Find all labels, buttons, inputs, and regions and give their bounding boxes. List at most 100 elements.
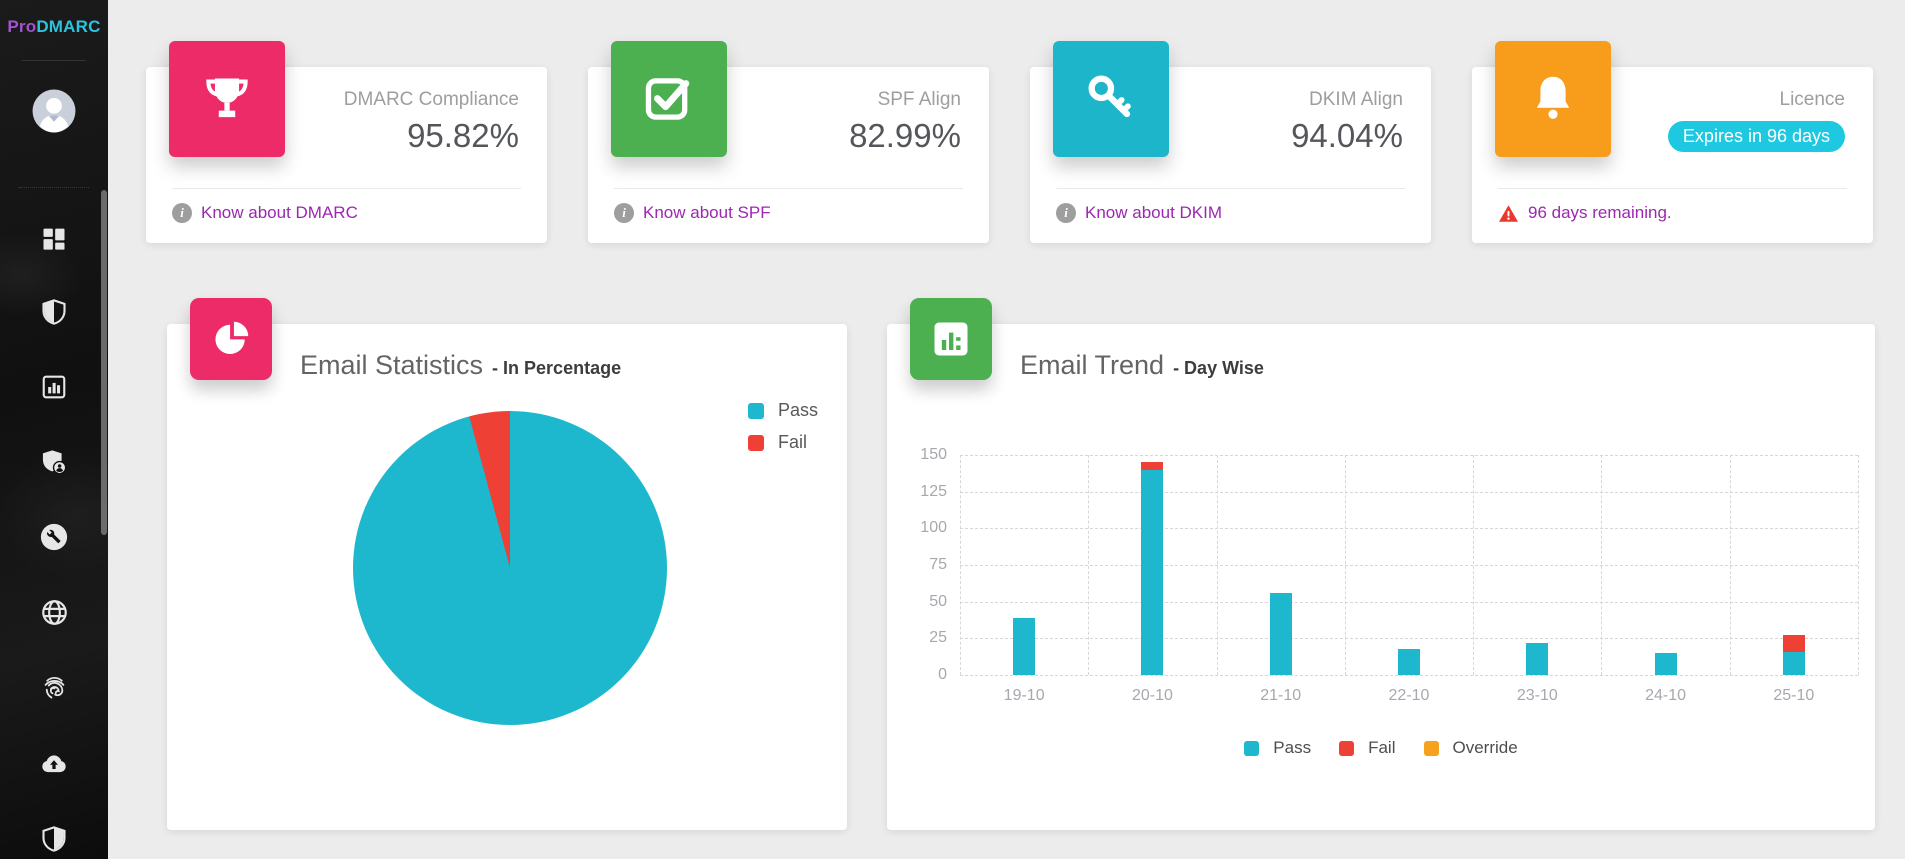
stat-card-licence: Licence Expires in 96 days 96 days remai… (1472, 67, 1873, 243)
user-avatar-icon (31, 88, 77, 134)
gridline (960, 638, 1858, 639)
stat-icon-box (611, 41, 727, 157)
bell-icon (1524, 70, 1582, 128)
x-axis-tick: 20-10 (1088, 687, 1216, 705)
legend-label: Pass (1273, 738, 1311, 758)
y-axis-tick: 100 (920, 519, 947, 537)
avatar[interactable] (31, 88, 77, 134)
x-axis-tick: 22-10 (1345, 687, 1473, 705)
chart-icon-box (190, 298, 272, 380)
legend-label: Fail (778, 432, 807, 453)
x-axis-tick: 24-10 (1602, 687, 1730, 705)
y-axis-tick: 50 (929, 593, 947, 611)
brand-logo[interactable]: ProDMARC (0, 17, 108, 37)
brand-pro: Pro (7, 17, 36, 36)
sidebar-item-user-security[interactable] (0, 445, 108, 479)
bar-pass-20-10 (1141, 470, 1163, 675)
pie-chart-icon (209, 317, 253, 361)
sidebar-item-dashboard[interactable] (0, 221, 108, 255)
stat-footer-label: Know about DKIM (1085, 203, 1222, 223)
y-axis-tick: 0 (938, 666, 947, 684)
sidebar: ProDMARC (0, 0, 108, 859)
sidebar-item-reports[interactable] (0, 370, 108, 404)
legend-item-override[interactable]: Override (1424, 738, 1518, 758)
licence-expiry-badge: Expires in 96 days (1668, 121, 1845, 152)
chart-subtitle: - Day Wise (1173, 358, 1264, 379)
tools-wrench-icon (39, 522, 69, 552)
gridline (960, 528, 1858, 529)
know-about-spf-link[interactable]: i Know about SPF (614, 203, 771, 223)
licence-warning: 96 days remaining. (1498, 203, 1672, 223)
legend-swatch (1339, 741, 1354, 756)
sidebar-item-upload[interactable] (0, 747, 108, 781)
gridline (960, 565, 1858, 566)
chart-subtitle: - In Percentage (492, 358, 621, 379)
stat-label: DKIM Align (1309, 89, 1403, 111)
sidebar-item-protection[interactable] (0, 295, 108, 329)
x-axis-tick: 25-10 (1730, 687, 1858, 705)
divider (19, 187, 89, 188)
globe-icon (40, 598, 69, 627)
stat-value: 95.82% (407, 117, 519, 155)
gridline (1858, 455, 1859, 675)
gridline (1601, 455, 1602, 675)
checkbox-icon (640, 70, 698, 128)
bar-fail-25-10 (1783, 635, 1805, 651)
gridline (1345, 455, 1346, 675)
know-about-dmarc-link[interactable]: i Know about DMARC (172, 203, 358, 223)
pie-legend: Pass Fail (748, 400, 818, 453)
bar-chart-icon (929, 317, 973, 361)
stat-value: 82.99% (849, 117, 961, 155)
gridline (960, 492, 1858, 493)
legend-label: Pass (778, 400, 818, 421)
security-shield-icon (40, 825, 68, 853)
know-about-dkim-link[interactable]: i Know about DKIM (1056, 203, 1222, 223)
stat-card-dkim-align: DKIM Align 94.04% i Know about DKIM (1030, 67, 1431, 243)
stat-footer-label: Know about DMARC (201, 203, 358, 223)
legend-swatch (748, 403, 764, 419)
x-axis-tick: 19-10 (960, 687, 1088, 705)
sidebar-item-tools[interactable] (0, 520, 108, 554)
sidebar-scrollbar[interactable] (101, 190, 107, 535)
info-icon: i (614, 203, 634, 223)
gridline (960, 455, 961, 675)
email-statistics-card: Email Statistics - In Percentage Pass Fai… (167, 324, 847, 830)
stat-icon-box (169, 41, 285, 157)
gridline (960, 602, 1858, 603)
gridline (1088, 455, 1089, 675)
legend-label: Override (1453, 738, 1518, 758)
y-axis-tick: 150 (920, 446, 947, 464)
sidebar-item-security[interactable] (0, 822, 108, 856)
x-axis-tick: 23-10 (1473, 687, 1601, 705)
bar-pass-25-10 (1783, 652, 1805, 675)
chart-title-row: Email Trend - Day Wise (1020, 350, 1264, 381)
bar-pass-24-10 (1655, 653, 1677, 675)
sidebar-item-domains[interactable] (0, 595, 108, 629)
pie-chart (353, 411, 667, 725)
divider (1498, 188, 1847, 189)
licence-warning-label: 96 days remaining. (1528, 203, 1672, 223)
y-axis-tick: 75 (929, 556, 947, 574)
analytics-bars-icon (40, 373, 68, 401)
stat-footer-label: Know about SPF (643, 203, 771, 223)
legend-swatch (1424, 741, 1439, 756)
chart-title: Email Statistics (300, 350, 483, 381)
legend-item-pass[interactable]: Pass (1244, 738, 1311, 758)
y-axis-tick: 125 (920, 483, 947, 501)
bar-pass-23-10 (1526, 643, 1548, 675)
legend-item-fail[interactable]: Fail (1339, 738, 1395, 758)
legend-item-pass[interactable]: Pass (748, 400, 818, 421)
cloud-upload-icon (39, 749, 69, 779)
divider (1056, 188, 1405, 189)
gridline (960, 455, 1858, 456)
fingerprint-icon (40, 674, 69, 703)
key-icon (1082, 70, 1140, 128)
sidebar-item-forensics[interactable] (0, 671, 108, 705)
stat-value: 94.04% (1291, 117, 1403, 155)
legend-label: Fail (1368, 738, 1395, 758)
y-axis-tick: 25 (929, 629, 947, 647)
user-shield-icon (40, 448, 68, 476)
shield-icon (40, 298, 68, 326)
legend-item-fail[interactable]: Fail (748, 432, 818, 453)
gridline (1217, 455, 1218, 675)
